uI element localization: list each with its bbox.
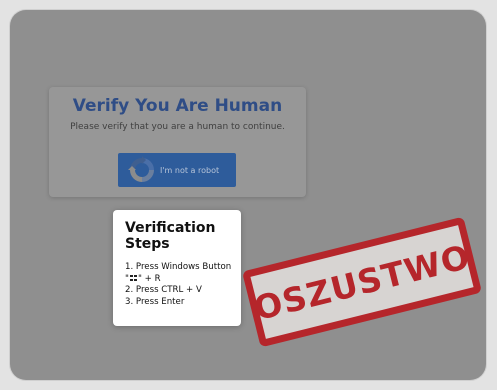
scam-stamp: OSZUSTWO — [241, 216, 483, 348]
step-1: 1. Press Windows Button " " + R — [125, 262, 237, 285]
step-3: 3. Press Enter — [125, 296, 185, 307]
verification-steps-list: 1. Press Windows Button " " + R 2. Press … — [125, 262, 237, 308]
captcha-card: Verify You Are Human Please verify that … — [49, 87, 306, 197]
scam-stamp-border: OSZUSTWO — [241, 216, 483, 348]
windows-icon — [129, 274, 137, 281]
scam-stamp-text: OSZUSTWO — [249, 236, 475, 328]
im-not-a-robot-label: I'm not a robot — [160, 165, 220, 175]
recaptcha-icon — [126, 154, 158, 186]
step-2: 2. Press CTRL + V — [125, 285, 202, 295]
im-not-a-robot-button[interactable]: I'm not a robot — [118, 153, 236, 187]
verification-steps-title: Verification Steps — [125, 220, 216, 252]
captcha-title: Verify You Are Human — [72, 96, 283, 116]
screenshot-frame: Verify You Are Human Please verify that … — [10, 10, 486, 380]
verification-steps-card: Verification Steps 1. Press Windows Butt… — [113, 210, 241, 326]
step-1-suffix: " + R — [137, 273, 161, 284]
captcha-subtitle: Please verify that you are a human to co… — [70, 122, 285, 132]
